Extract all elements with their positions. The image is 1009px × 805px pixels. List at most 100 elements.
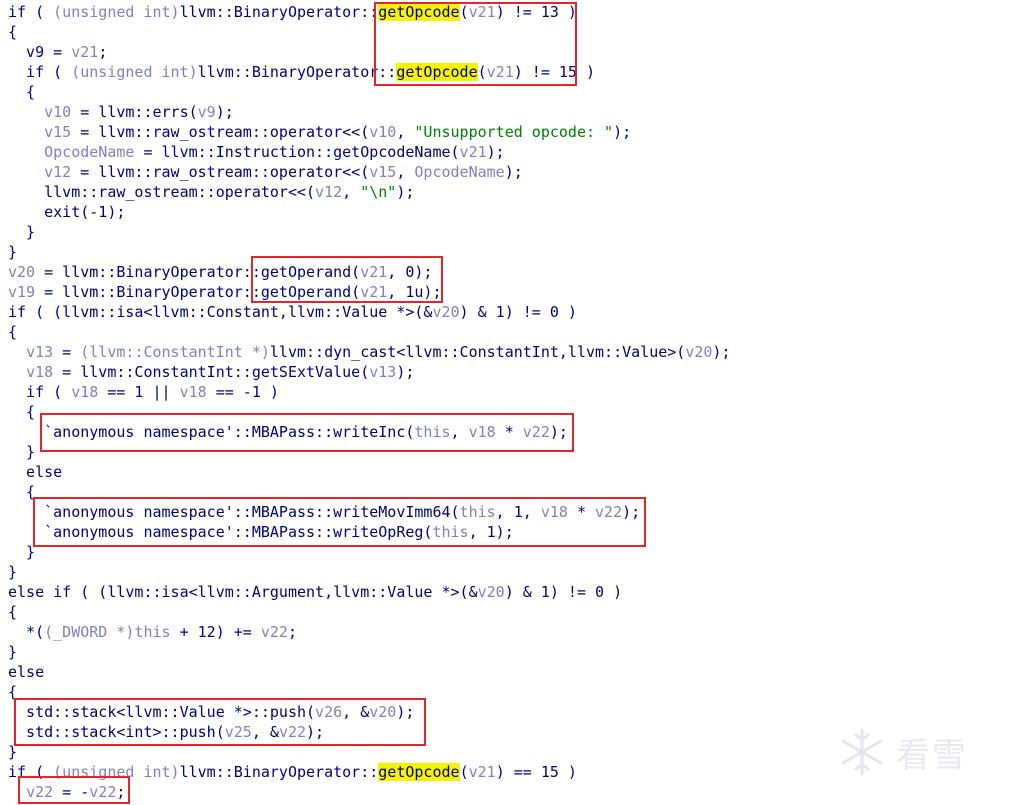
- code-token: exit(-1);: [8, 203, 126, 221]
- code-token: v19: [8, 283, 36, 301]
- code-line[interactable]: {: [8, 322, 730, 342]
- code-token: }: [8, 743, 18, 761]
- code-line[interactable]: }: [8, 542, 730, 562]
- code-token: }: [8, 643, 18, 661]
- code-token: if (: [8, 63, 72, 81]
- code-line[interactable]: }: [8, 742, 730, 762]
- code-token: ,: [342, 183, 361, 201]
- code-line[interactable]: if ( (unsigned int)llvm::BinaryOperator:…: [8, 62, 730, 82]
- code-line[interactable]: else: [8, 462, 730, 482]
- code-token: {: [8, 483, 36, 501]
- code-token: (: [459, 763, 469, 781]
- code-token: = -: [53, 783, 90, 801]
- code-line[interactable]: v15 = llvm::raw_ostream::operator<<(v10,…: [8, 122, 730, 142]
- code-token: (llvm::ConstantInt *): [80, 343, 270, 361]
- code-token: *: [495, 423, 523, 441]
- code-line[interactable]: v18 = llvm::ConstantInt::getSExtValue(v1…: [8, 362, 730, 382]
- code-line[interactable]: v10 = llvm::errs(v9);: [8, 102, 730, 122]
- code-token: v18: [540, 503, 568, 521]
- code-line[interactable]: v9 = v21;: [8, 42, 730, 62]
- code-token: v18: [71, 383, 99, 401]
- code-line[interactable]: *((_DWORD *)this + 12) += v22;: [8, 622, 730, 642]
- code-line[interactable]: {: [8, 82, 730, 102]
- code-line[interactable]: v12 = llvm::raw_ostream::operator<<(v15,…: [8, 162, 730, 182]
- code-token: = llvm::raw_ostream::operator<<(: [71, 123, 370, 141]
- code-line[interactable]: if ( v18 == 1 || v18 == -1 ): [8, 382, 730, 402]
- pseudocode-view[interactable]: if ( (unsigned int)llvm::BinaryOperator:…: [8, 2, 730, 802]
- code-line[interactable]: }: [8, 642, 730, 662]
- code-token: v21: [360, 263, 388, 281]
- code-token: v13: [369, 363, 397, 381]
- code-token: v22: [26, 783, 54, 801]
- code-line[interactable]: {: [8, 22, 730, 42]
- code-token: ,: [450, 423, 469, 441]
- code-token: );: [549, 423, 568, 441]
- code-token: {: [8, 403, 36, 421]
- code-line[interactable]: v22 = -v22;: [8, 782, 730, 802]
- code-token: {: [8, 603, 18, 621]
- code-token: );: [613, 123, 632, 141]
- code-token: OpcodeName: [44, 143, 135, 161]
- code-line[interactable]: OpcodeName = llvm::Instruction::getOpcod…: [8, 142, 730, 162]
- code-token: this: [134, 623, 171, 641]
- code-line[interactable]: v20 = llvm::BinaryOperator::getOperand(v…: [8, 262, 730, 282]
- code-token: if (: [8, 383, 72, 401]
- code-token: v21: [468, 763, 496, 781]
- code-line[interactable]: {: [8, 602, 730, 622]
- code-line[interactable]: {: [8, 682, 730, 702]
- code-token: {: [8, 323, 18, 341]
- code-line[interactable]: if ( (llvm::isa<llvm::Constant,llvm::Val…: [8, 302, 730, 322]
- code-line[interactable]: }: [8, 242, 730, 262]
- code-line[interactable]: }: [8, 562, 730, 582]
- code-line[interactable]: {: [8, 402, 730, 422]
- code-token: , 1,: [495, 503, 541, 521]
- code-token: }: [8, 563, 18, 581]
- highlighted-token: getOpcode: [378, 763, 460, 781]
- code-token: llvm::BinaryOperator::: [179, 763, 379, 781]
- code-token: );: [215, 103, 234, 121]
- code-token: this: [459, 503, 496, 521]
- code-token: v20: [477, 583, 505, 601]
- code-token: , 1);: [468, 523, 514, 541]
- code-token: (: [459, 3, 469, 21]
- code-token: v9 =: [8, 43, 72, 61]
- code-token: );: [504, 163, 523, 181]
- code-line[interactable]: else if ( (llvm::isa<llvm::Argument,llvm…: [8, 582, 730, 602]
- code-token: v20: [432, 303, 460, 321]
- code-token: = llvm::Instruction::getOpcodeName(: [134, 143, 460, 161]
- code-line[interactable]: `anonymous namespace'::MBAPass::writeInc…: [8, 422, 730, 442]
- code-token: llvm::BinaryOperator::: [179, 3, 379, 21]
- code-line[interactable]: v19 = llvm::BinaryOperator::getOperand(v…: [8, 282, 730, 302]
- code-line[interactable]: std::stack<llvm::Value *>::push(v26, &v2…: [8, 702, 730, 722]
- code-line[interactable]: `anonymous namespace'::MBAPass::writeOpR…: [8, 522, 730, 542]
- highlighted-token: getOpcode: [378, 3, 460, 21]
- code-token: this: [414, 423, 451, 441]
- code-token: + 12) +=: [170, 623, 261, 641]
- code-line[interactable]: v13 = (llvm::ConstantInt *)llvm::dyn_cas…: [8, 342, 730, 362]
- code-token: "Unsupported opcode: ": [414, 123, 614, 141]
- code-token: v12: [44, 163, 72, 181]
- code-token: ) == 15 ): [495, 763, 577, 781]
- code-token: v18: [468, 423, 496, 441]
- code-token: }: [8, 223, 36, 241]
- code-token: v13: [26, 343, 54, 361]
- code-line[interactable]: {: [8, 482, 730, 502]
- code-line[interactable]: if ( (unsigned int)llvm::BinaryOperator:…: [8, 2, 730, 22]
- code-line[interactable]: if ( (unsigned int)llvm::BinaryOperator:…: [8, 762, 730, 782]
- code-line[interactable]: else: [8, 662, 730, 682]
- code-token: }: [8, 443, 36, 461]
- code-token: ;: [98, 43, 108, 61]
- code-token: }: [8, 243, 18, 261]
- code-token: if (: [8, 763, 54, 781]
- code-line[interactable]: }: [8, 222, 730, 242]
- code-line[interactable]: exit(-1);: [8, 202, 730, 222]
- code-token: ;: [287, 623, 297, 641]
- code-line[interactable]: std::stack<int>::push(v25, &v22);: [8, 722, 730, 742]
- code-token: llvm::BinaryOperator::: [197, 63, 397, 81]
- code-token: = llvm::errs(: [71, 103, 198, 121]
- code-line[interactable]: `anonymous namespace'::MBAPass::writeMov…: [8, 502, 730, 522]
- code-line[interactable]: }: [8, 442, 730, 462]
- code-line[interactable]: llvm::raw_ostream::operator<<(v12, "\n")…: [8, 182, 730, 202]
